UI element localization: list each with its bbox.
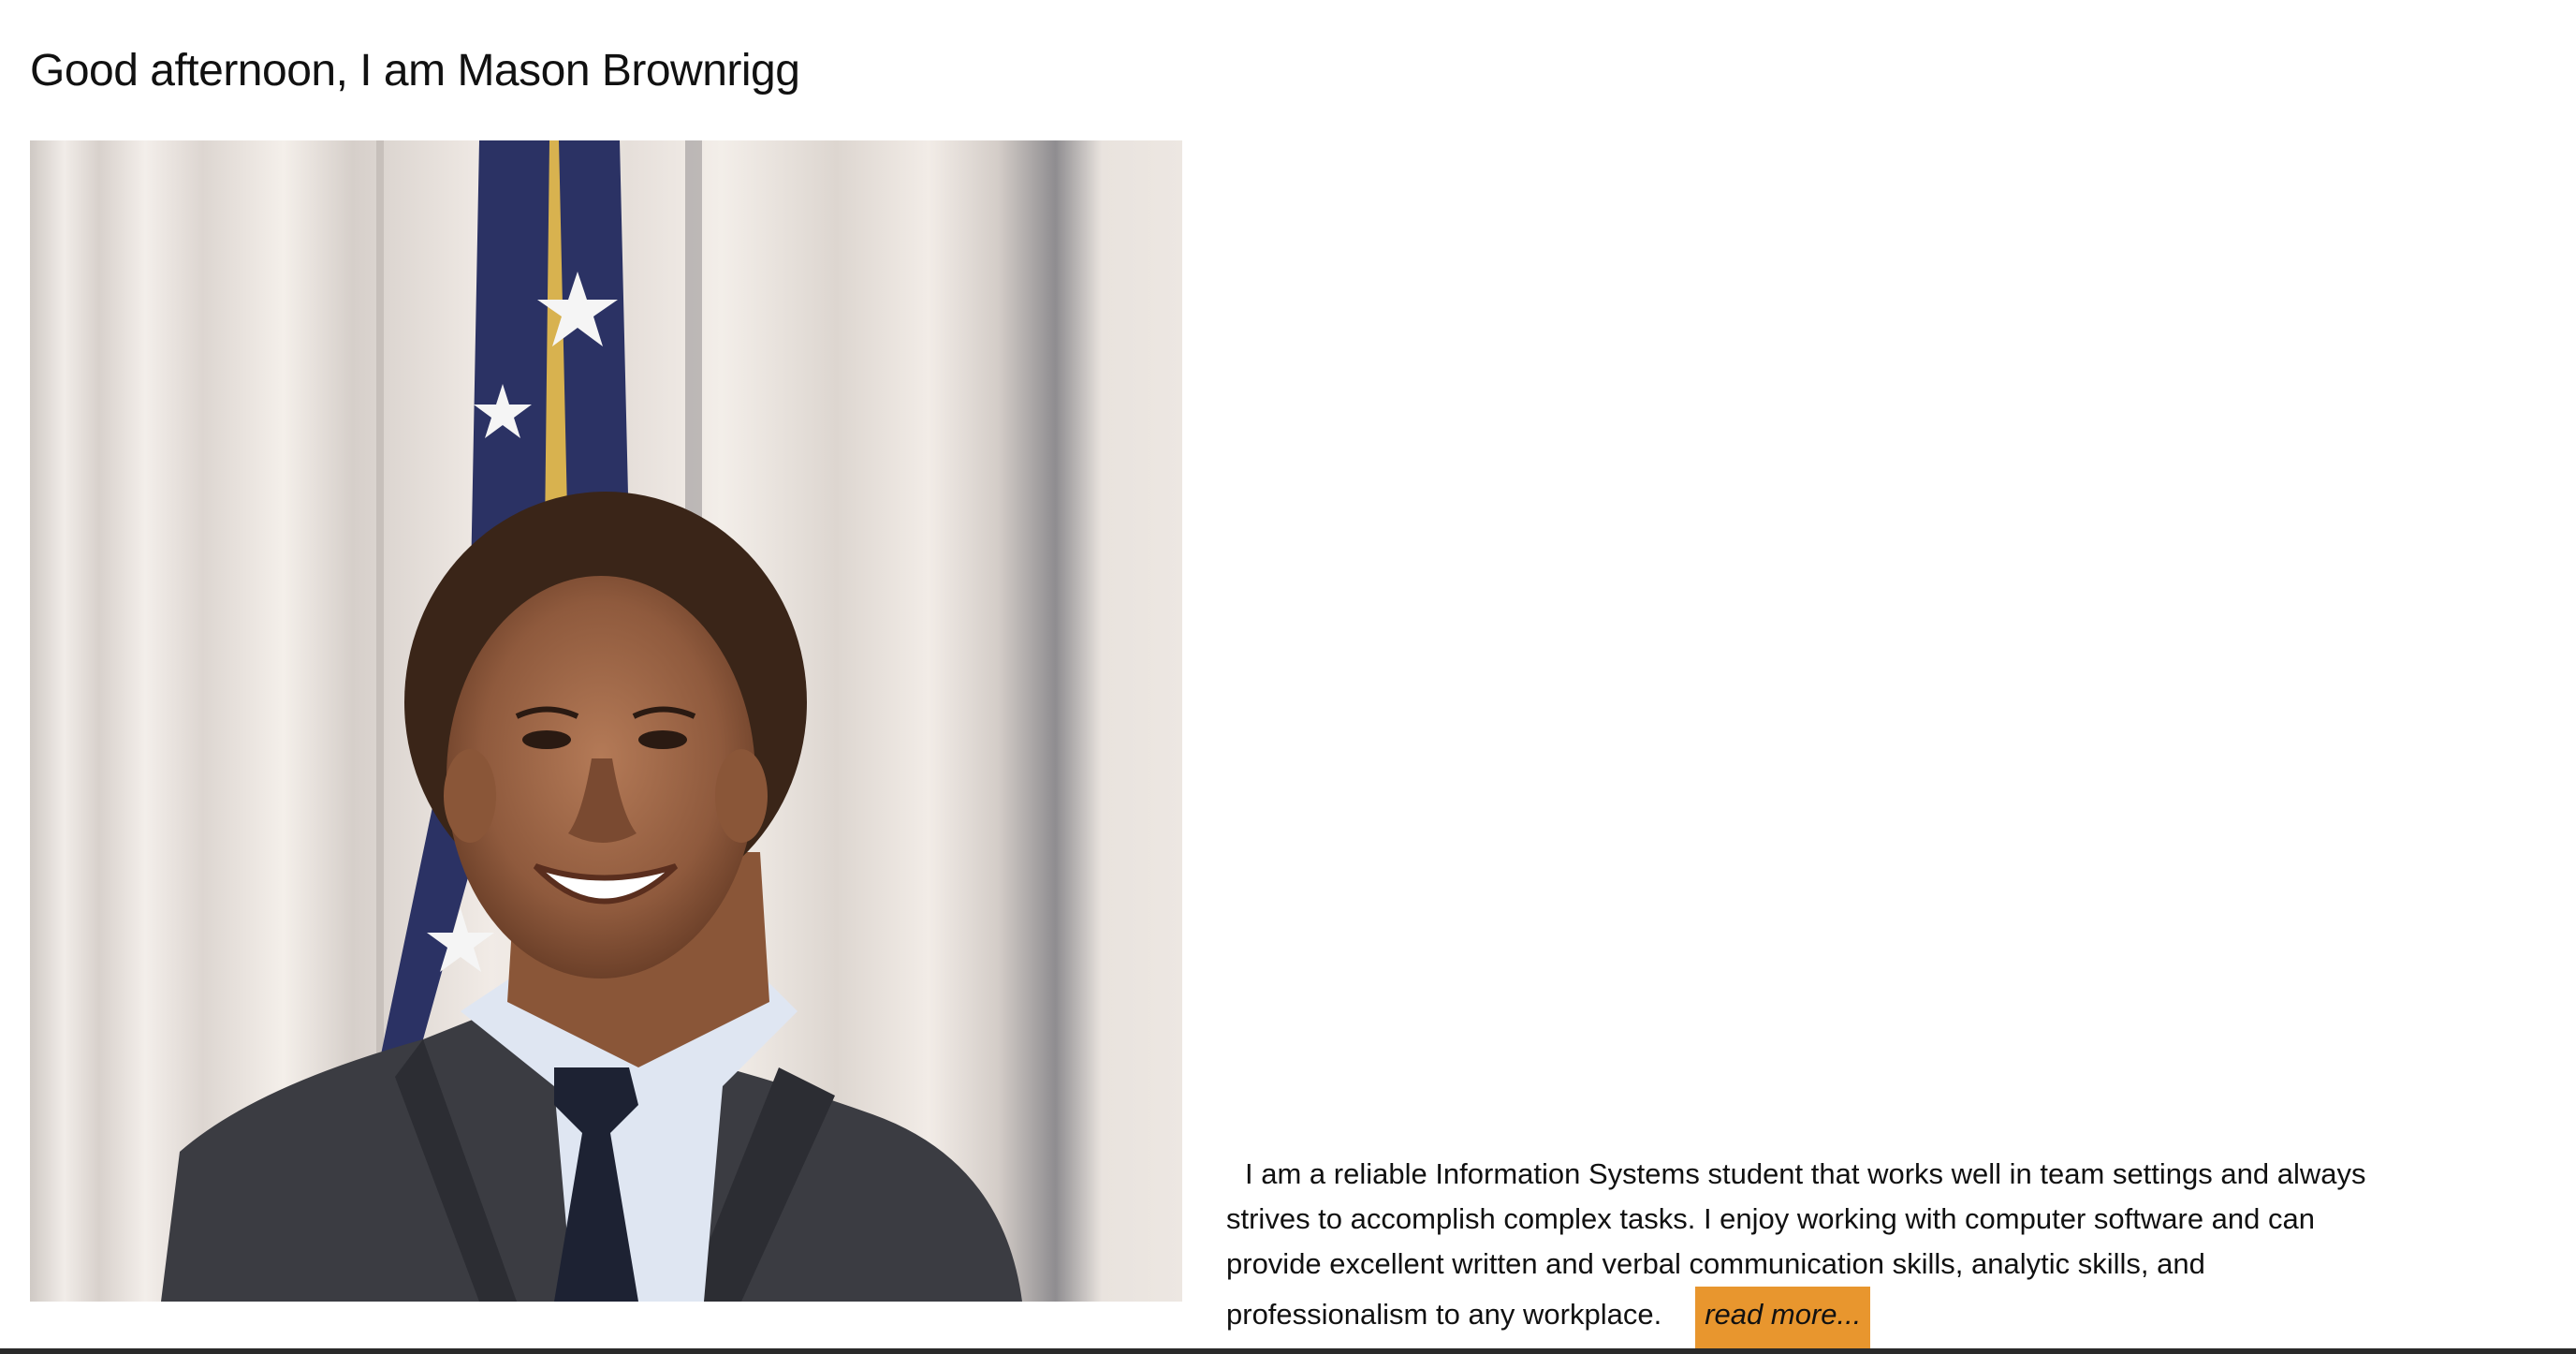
bio-paragraph: I am a reliable Information Systems stud…: [1226, 1152, 2396, 1348]
profile-photo: [30, 140, 1182, 1302]
bottom-divider: [0, 1348, 2576, 1354]
read-more-button[interactable]: read more...: [1695, 1287, 1871, 1348]
portrait-photo: [30, 140, 1182, 1302]
page-title: Good afternoon, I am Mason Brownrigg: [30, 46, 800, 96]
